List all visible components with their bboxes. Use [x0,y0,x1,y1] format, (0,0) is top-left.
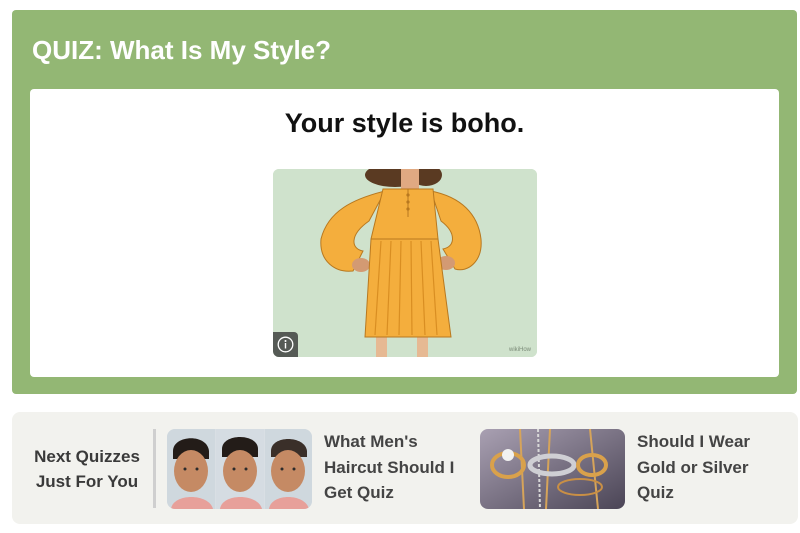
next-quiz-title-gold-silver[interactable]: Should I Wear Gold or Silver Quiz [637,429,787,506]
next-quiz-item-gold-silver[interactable]: Should I Wear Gold or Silver Quiz [480,429,790,509]
next-quizzes-bar: Next Quizzes Just For You What Men's Hai… [12,412,798,524]
image-info-button[interactable] [273,332,298,357]
info-icon [277,336,294,353]
result-illustration: wikiHow [273,169,537,357]
next-quizzes-label: Next Quizzes Just For You [34,447,140,491]
jewelry-quiz-thumbnail [480,429,625,509]
image-watermark: wikiHow [508,347,532,353]
jewelry-rings-image [480,429,625,509]
haircut-quiz-thumbnail [167,429,312,509]
quiz-title: QUIZ: What Is My Style? [32,35,332,65]
quiz-result-page: QUIZ: What Is My Style? Your style is bo… [0,0,800,533]
next-quiz-item-haircut[interactable]: What Men's Haircut Should I Get Quiz [167,429,467,509]
next-quizzes-divider [153,429,156,508]
boho-dress-illustration: wikiHow [273,169,537,357]
haircut-faces-image [167,429,312,509]
quiz-card: QUIZ: What Is My Style? Your style is bo… [12,10,797,394]
result-panel: Your style is boho. wikiHow [30,89,779,377]
next-quiz-title-haircut[interactable]: What Men's Haircut Should I Get Quiz [324,429,474,506]
result-heading: Your style is boho. [284,108,525,138]
